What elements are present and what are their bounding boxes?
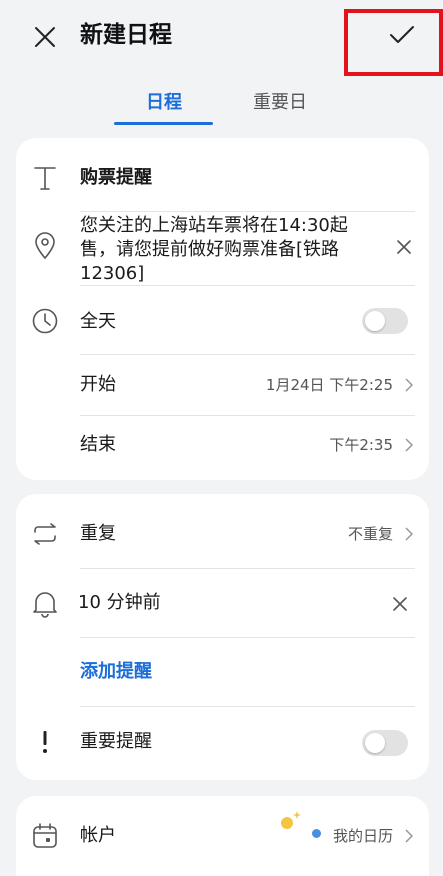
all-day-toggle[interactable] bbox=[362, 308, 408, 334]
chevron-right-icon bbox=[403, 437, 415, 453]
repeat-label: 重复 bbox=[80, 523, 116, 544]
location-input[interactable]: 您关注的上海站车票将在14:30起售，请您提前做好购票准备[铁路12306] bbox=[80, 214, 380, 286]
repeat-value: 不重复 bbox=[347, 525, 393, 543]
toggle-knob bbox=[365, 311, 385, 331]
tab-schedule[interactable]: 日程 bbox=[146, 90, 182, 116]
event-details-card: 购票提醒 您关注的上海站车票将在14:30起售，请您提前做好购票准备[铁路123… bbox=[16, 138, 429, 480]
text-icon bbox=[30, 163, 60, 193]
account-card[interactable]: 帐户 我的日历 bbox=[16, 796, 429, 876]
clock-icon bbox=[30, 306, 60, 336]
start-label: 开始 bbox=[80, 374, 116, 395]
event-title-input[interactable]: 购票提醒 bbox=[80, 166, 152, 190]
calendar-icon bbox=[30, 821, 60, 851]
end-value: 下午2:35 bbox=[329, 436, 393, 454]
reminder-value: 10 分钟前 bbox=[78, 592, 161, 613]
account-value: 我的日历 bbox=[332, 827, 393, 845]
divider bbox=[80, 211, 415, 212]
reminder-options-card: 重复 不重复 10 分钟前 添加提醒 重要提醒 bbox=[16, 494, 429, 780]
active-tab-indicator bbox=[114, 122, 213, 125]
add-reminder-link[interactable]: 添加提醒 bbox=[80, 660, 152, 684]
account-color-dot bbox=[312, 829, 321, 838]
divider bbox=[80, 415, 415, 416]
tab-important-day[interactable]: 重要日 bbox=[253, 90, 307, 116]
tab-bar: 日程 重要日 bbox=[0, 86, 443, 126]
divider bbox=[80, 637, 415, 638]
bell-icon bbox=[30, 589, 60, 619]
all-day-label: 全天 bbox=[80, 311, 116, 332]
divider bbox=[80, 706, 415, 707]
repeat-icon bbox=[30, 519, 60, 549]
clear-location-button[interactable] bbox=[389, 232, 419, 262]
page-title: 新建日程 bbox=[80, 22, 172, 48]
chevron-right-icon bbox=[403, 377, 415, 393]
important-reminder-toggle[interactable] bbox=[362, 730, 408, 756]
start-value: 1月24日 下午2:25 bbox=[265, 376, 393, 394]
sparkle-decoration-icon bbox=[278, 810, 304, 832]
divider bbox=[80, 568, 415, 569]
close-icon bbox=[35, 27, 55, 47]
divider bbox=[80, 285, 415, 286]
remove-reminder-button[interactable] bbox=[385, 589, 415, 619]
exclamation-icon bbox=[30, 727, 60, 757]
close-icon bbox=[393, 597, 407, 611]
chevron-right-icon bbox=[403, 526, 415, 542]
check-icon bbox=[390, 26, 414, 43]
important-reminder-label: 重要提醒 bbox=[80, 731, 152, 752]
confirm-button[interactable] bbox=[385, 20, 419, 50]
account-label: 帐户 bbox=[80, 825, 116, 846]
clear-icon bbox=[397, 240, 411, 254]
chevron-right-icon bbox=[403, 828, 415, 844]
header: 新建日程 bbox=[0, 0, 443, 76]
toggle-knob bbox=[365, 733, 385, 753]
divider bbox=[80, 354, 415, 355]
location-pin-icon bbox=[30, 231, 60, 261]
close-button[interactable] bbox=[28, 20, 62, 54]
end-label: 结束 bbox=[80, 434, 116, 455]
